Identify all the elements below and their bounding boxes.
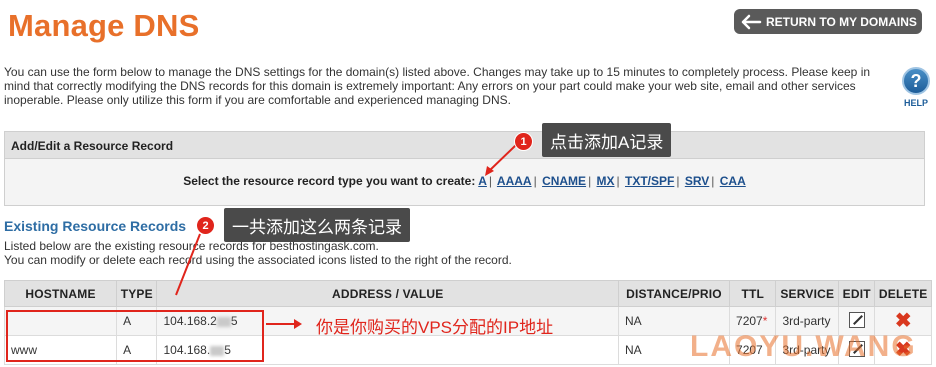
- arrow-left-icon: [741, 14, 762, 29]
- table-header-row: HOSTNAME TYPE ADDRESS / VALUE DISTANCE/P…: [3, 280, 932, 307]
- annotation-1: 点击添加A记录: [542, 123, 672, 157]
- question-icon: ?: [902, 67, 930, 95]
- col-hostname: HOSTNAME: [3, 280, 118, 307]
- panel-title: Add/Edit a Resource Record: [5, 132, 924, 159]
- existing-records-desc: Listed below are the existing resource r…: [4, 239, 512, 267]
- record-type-selector: Select the resource record type you want…: [183, 174, 746, 188]
- return-button-label: RETURN TO MY DOMAINS: [766, 14, 917, 29]
- existing-records-title: Existing Resource Records: [4, 218, 187, 234]
- record-type-caa-link[interactable]: CAA: [720, 174, 746, 188]
- record-type-a-link[interactable]: A: [478, 174, 487, 188]
- ip-note: 你是你购买的VPS分配的IP地址: [316, 318, 554, 337]
- record-type-prompt: Select the resource record type you want…: [183, 174, 476, 188]
- annotation-number-1: 1: [514, 132, 533, 151]
- col-edit: EDIT: [838, 280, 876, 307]
- delete-icon[interactable]: ✖: [895, 311, 912, 331]
- annotation-2: 一共添加这么两条记录: [224, 208, 410, 242]
- col-delete: DELETE: [874, 280, 932, 307]
- col-prio: DISTANCE/PRIO: [617, 280, 731, 307]
- record-type-mx-link[interactable]: MX: [597, 174, 615, 188]
- col-type: TYPE: [116, 280, 158, 307]
- add-record-panel: Add/Edit a Resource Record Select the re…: [4, 131, 925, 206]
- record-type-cname-link[interactable]: CNAME: [542, 174, 586, 188]
- edit-icon[interactable]: [848, 311, 865, 328]
- col-service: SERVICE: [775, 280, 840, 307]
- record-type-txt-spf-link[interactable]: TXT/SPF: [625, 174, 674, 188]
- return-to-domains-button[interactable]: RETURN TO MY DOMAINS: [734, 9, 922, 34]
- help-label: HELP: [903, 98, 928, 108]
- col-ttl: TTL: [729, 280, 777, 307]
- page-title: Manage DNS: [8, 8, 200, 43]
- annotation-number-2: 2: [196, 216, 215, 235]
- record-type-aaaa-link[interactable]: AAAA: [497, 174, 532, 188]
- intro-text: You can use the form below to manage the…: [4, 65, 871, 107]
- col-address: ADDRESS / VALUE: [156, 280, 619, 307]
- highlight-ip-box: [6, 310, 264, 362]
- record-type-srv-link[interactable]: SRV: [685, 174, 709, 188]
- help-button[interactable]: ? HELP: [900, 67, 932, 108]
- existing-desc-line2: You can modify or delete each record usi…: [4, 253, 512, 267]
- watermark: LAOYU.WANG: [690, 330, 917, 363]
